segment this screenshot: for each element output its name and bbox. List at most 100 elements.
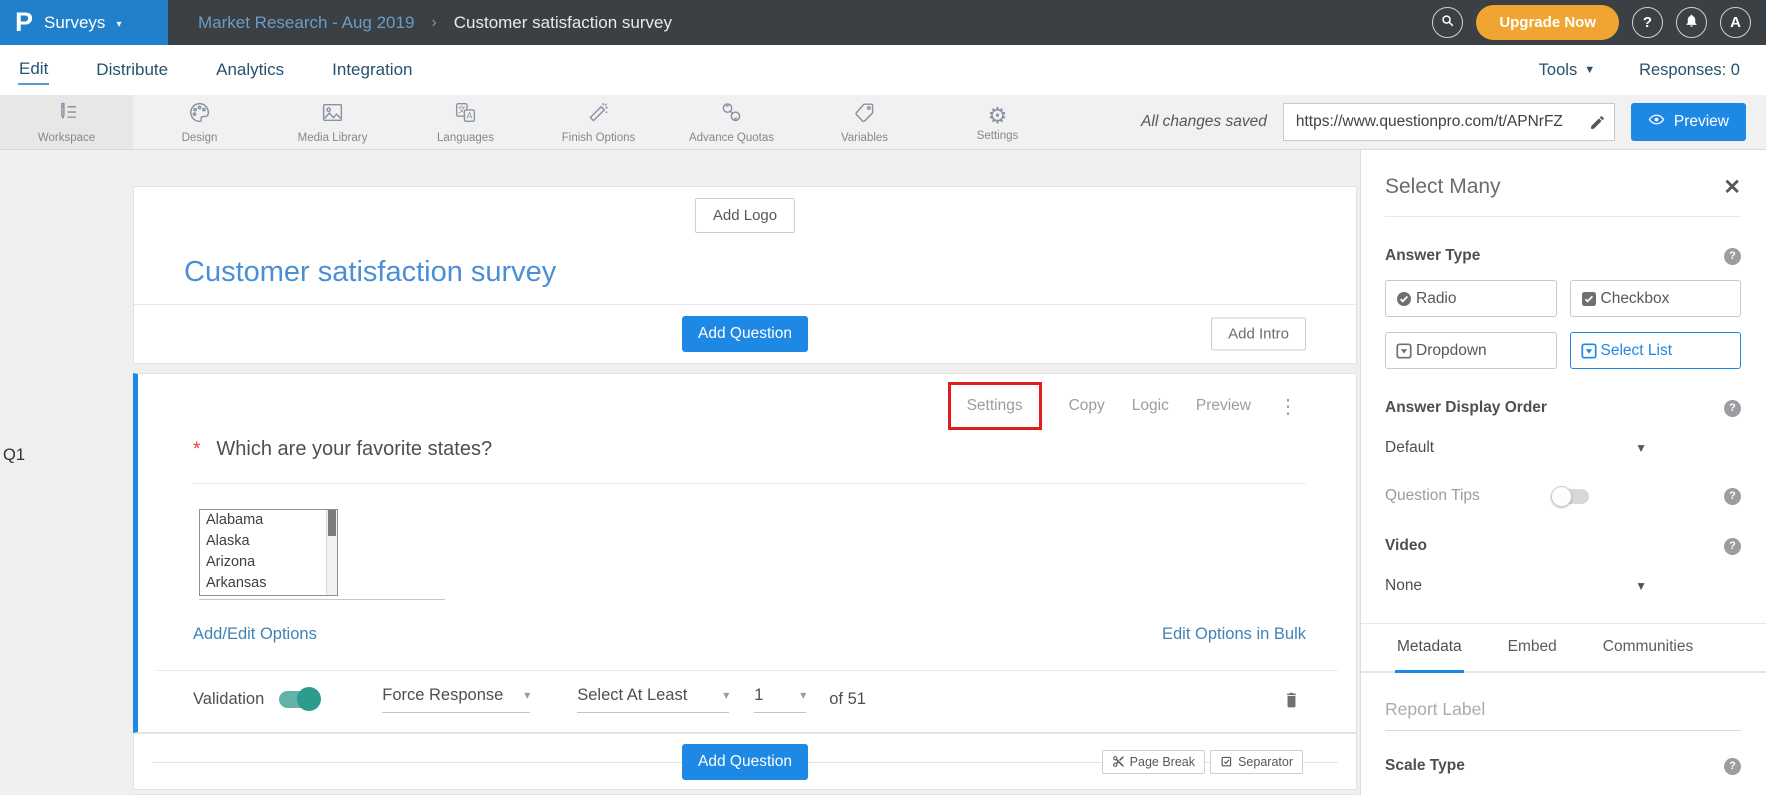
list-option[interactable]: Alaska xyxy=(200,531,337,552)
help-icon[interactable]: ? xyxy=(1724,758,1741,775)
caret-down-icon: ▾ xyxy=(800,688,806,702)
question-action-row: Settings Copy Logic Preview ⋮ xyxy=(138,378,1298,434)
list-option[interactable]: Arkansas xyxy=(200,573,337,594)
validation-count-dropdown[interactable]: 1 ▾ xyxy=(754,686,806,713)
tag-icon xyxy=(852,100,877,130)
validation-toggle[interactable] xyxy=(279,691,319,708)
preview-button[interactable]: Preview xyxy=(1631,103,1746,141)
answer-type-select-list[interactable]: Select List xyxy=(1570,332,1742,369)
panel-header: Select Many ✕ xyxy=(1385,175,1741,199)
toolbar-item-settings[interactable]: ⚙ Settings xyxy=(931,95,1064,149)
question-text[interactable]: Which are your favorite states? xyxy=(216,438,492,461)
magic-wand-icon xyxy=(586,100,611,130)
tab-communities[interactable]: Communities xyxy=(1601,624,1695,671)
surveys-menu[interactable]: P Surveys ▾ xyxy=(0,0,168,45)
page-break-button[interactable]: Page Break xyxy=(1102,750,1205,774)
notifications-button[interactable] xyxy=(1676,7,1707,38)
breadcrumb-folder[interactable]: Market Research - Aug 2019 xyxy=(198,13,414,33)
checkbox-check-icon xyxy=(1581,291,1597,307)
edit-options-in-bulk-link[interactable]: Edit Options in Bulk xyxy=(1162,625,1306,644)
panel-tabs: Metadata Embed Communities xyxy=(1361,624,1766,673)
breadcrumb-current: Customer satisfaction survey xyxy=(454,13,672,33)
question-tips-label: Question Tips xyxy=(1385,487,1553,505)
question-preview-action[interactable]: Preview xyxy=(1196,397,1251,415)
caret-down-icon: ▾ xyxy=(723,688,729,702)
scale-type-label: Scale Type xyxy=(1385,757,1465,775)
save-status: All changes saved xyxy=(1141,113,1267,131)
list-option[interactable]: Alabama xyxy=(200,510,337,531)
scale-type-header: Scale Type ? xyxy=(1385,757,1741,775)
toolbar-item-media-library[interactable]: Media Library xyxy=(266,95,399,149)
question-id-label: Q1 xyxy=(3,446,25,465)
upgrade-now-button[interactable]: Upgrade Now xyxy=(1476,5,1619,40)
delete-question-button[interactable] xyxy=(1282,690,1301,709)
caret-down-icon: ▾ xyxy=(524,688,530,702)
report-label-input[interactable] xyxy=(1385,699,1741,731)
help-icon[interactable]: ? xyxy=(1724,538,1741,555)
toolbar-item-languages[interactable]: 文A Languages xyxy=(399,95,532,149)
toolbar-item-design[interactable]: Design xyxy=(133,95,266,149)
nav-right: Tools ▼ Responses: 0 xyxy=(1539,61,1740,80)
answer-list-wrap: Alabama Alaska Arizona Arkansas xyxy=(199,509,445,600)
account-avatar[interactable]: A xyxy=(1720,7,1751,38)
tab-integration[interactable]: Integration xyxy=(331,57,413,84)
separator-label: Separator xyxy=(1238,755,1293,769)
force-response-dropdown[interactable]: Force Response ▾ xyxy=(382,686,530,713)
question-tips-toggle[interactable] xyxy=(1553,489,1589,504)
tools-label: Tools xyxy=(1539,61,1578,80)
tab-analytics[interactable]: Analytics xyxy=(215,57,285,84)
tab-distribute[interactable]: Distribute xyxy=(95,57,169,84)
bell-icon xyxy=(1684,13,1699,32)
toolbar-item-workspace[interactable]: Workspace xyxy=(0,95,133,149)
tab-metadata[interactable]: Metadata xyxy=(1395,624,1464,673)
toolbar-item-finish-options[interactable]: Finish Options xyxy=(532,95,665,149)
kebab-menu-icon[interactable]: ⋮ xyxy=(1278,394,1298,419)
breadcrumb: Market Research - Aug 2019 › Customer sa… xyxy=(198,13,672,33)
question-logic-action[interactable]: Logic xyxy=(1132,397,1169,415)
close-icon[interactable]: ✕ xyxy=(1723,177,1741,198)
question-block: Settings Copy Logic Preview ⋮ * Which ar… xyxy=(133,373,1357,733)
listbox-scrollbar[interactable] xyxy=(326,510,337,595)
video-dropdown[interactable]: None ▼ xyxy=(1385,577,1647,595)
survey-header: Add Logo Customer satisfaction survey xyxy=(134,187,1356,305)
list-option[interactable]: Arizona xyxy=(200,552,337,573)
edit-url-pencil-icon[interactable] xyxy=(1589,114,1606,131)
add-logo-button[interactable]: Add Logo xyxy=(695,198,795,233)
question-copy-action[interactable]: Copy xyxy=(1069,397,1105,415)
answer-type-label: Answer Type xyxy=(1385,247,1480,265)
responses-count[interactable]: Responses: 0 xyxy=(1639,61,1740,80)
search-button[interactable] xyxy=(1432,7,1463,38)
tab-embed[interactable]: Embed xyxy=(1506,624,1559,671)
display-order-dropdown[interactable]: Default ▼ xyxy=(1385,439,1647,457)
survey-url-input[interactable] xyxy=(1294,112,1589,132)
toolbar-item-advance-quotas[interactable]: Advance Quotas xyxy=(665,95,798,149)
validation-total-label: of 51 xyxy=(829,690,866,709)
toolbar-item-variables[interactable]: Variables xyxy=(798,95,931,149)
tools-menu[interactable]: Tools ▼ xyxy=(1539,61,1595,80)
answer-type-dropdown[interactable]: Dropdown xyxy=(1385,332,1557,369)
image-icon xyxy=(320,100,345,130)
add-edit-options-link[interactable]: Add/Edit Options xyxy=(193,625,317,644)
survey-title[interactable]: Customer satisfaction survey xyxy=(184,256,556,289)
question-settings-action[interactable]: Settings xyxy=(967,397,1023,414)
help-icon[interactable]: ? xyxy=(1724,400,1741,417)
add-question-button-top[interactable]: Add Question xyxy=(682,316,808,352)
answer-type-checkbox[interactable]: Checkbox xyxy=(1570,280,1742,317)
answer-type-radio[interactable]: Radio xyxy=(1385,280,1557,317)
states-select-list[interactable]: Alabama Alaska Arizona Arkansas xyxy=(199,509,338,596)
answer-type-option-label: Radio xyxy=(1416,290,1457,308)
panel-title: Select Many xyxy=(1385,175,1501,199)
listbox-scrollbar-thumb[interactable] xyxy=(328,510,336,536)
card-footer-bar: Add Question Page Break Separator xyxy=(133,733,1357,790)
display-order-value: Default xyxy=(1385,439,1434,457)
tab-edit[interactable]: Edit xyxy=(18,56,49,85)
help-icon[interactable]: ? xyxy=(1724,488,1741,505)
add-intro-button[interactable]: Add Intro xyxy=(1211,318,1306,351)
help-button[interactable]: ? xyxy=(1632,7,1663,38)
validation-rule-dropdown[interactable]: Select At Least ▾ xyxy=(577,686,729,713)
help-icon[interactable]: ? xyxy=(1724,248,1741,265)
checked-box-icon xyxy=(1220,755,1233,768)
add-question-button-bottom[interactable]: Add Question xyxy=(682,744,808,780)
validation-count-value: 1 xyxy=(754,686,763,705)
separator-button[interactable]: Separator xyxy=(1210,750,1303,774)
